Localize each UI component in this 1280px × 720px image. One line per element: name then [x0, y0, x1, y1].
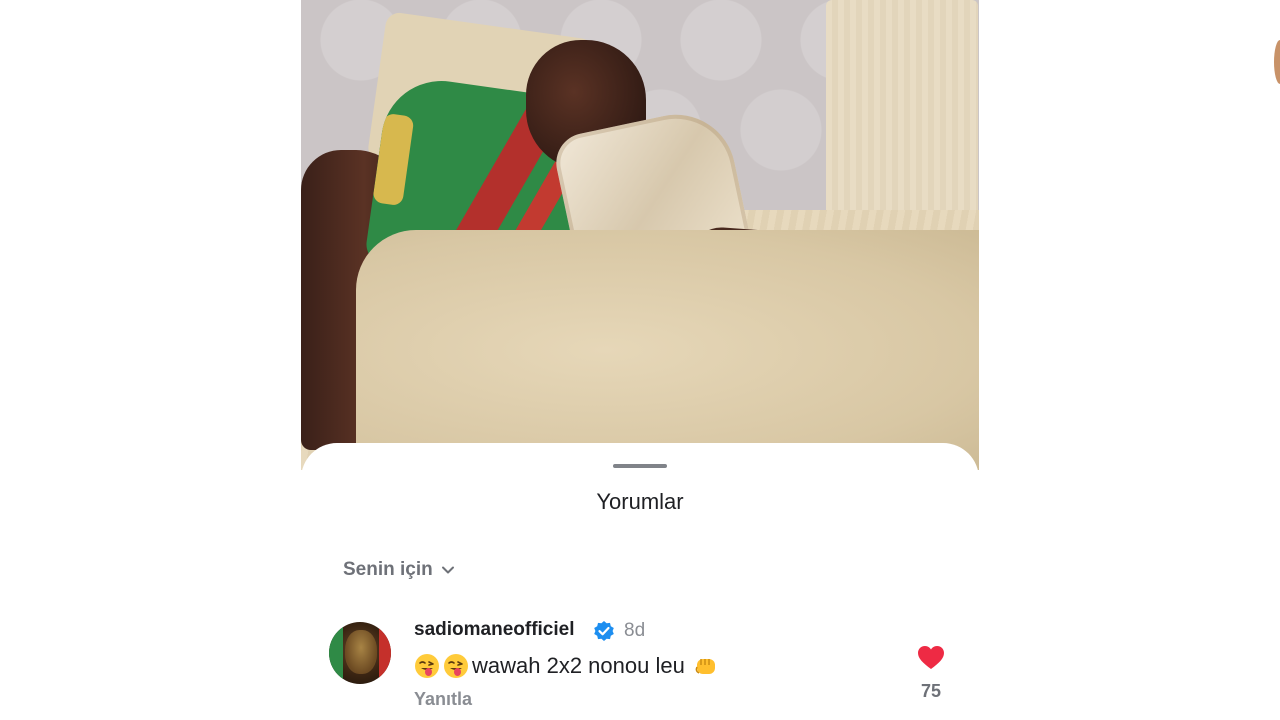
comments-sheet: Yorumlar Senin için sadiomaneofficiel 8d [301, 443, 979, 720]
comment-body: wawah 2x2 nonou leu [472, 653, 685, 678]
oncoming-fist-emoji [695, 659, 715, 674]
stuck-out-tongue-winking-eye-emoji [415, 654, 439, 678]
sheet-title: Yorumlar [596, 489, 684, 514]
heart-icon[interactable] [917, 645, 945, 671]
verified-badge-icon [594, 621, 614, 641]
drag-handle[interactable] [613, 464, 667, 468]
reply-button[interactable]: Yanıtla [414, 689, 472, 710]
blanket [356, 230, 979, 470]
comment-item: sadiomaneofficiel 8d wawah 2x2 nonou leu [301, 615, 979, 720]
like-count: 75 [920, 681, 942, 701]
stuck-out-tongue-winking-eye-emoji [444, 654, 468, 678]
chevron-down-icon [441, 566, 454, 574]
avatar-edge [1274, 40, 1280, 84]
comment-text: wawah 2x2 nonou leu [414, 653, 722, 679]
comment-time: 8d [624, 620, 646, 641]
avatar[interactable] [329, 622, 391, 684]
pillow [826, 0, 978, 235]
post-image [301, 0, 979, 470]
comment-username[interactable]: sadiomaneofficiel [414, 619, 575, 641]
comment-filter-dropdown[interactable]: Senin için [343, 559, 455, 581]
filter-label: Senin için [343, 559, 433, 580]
